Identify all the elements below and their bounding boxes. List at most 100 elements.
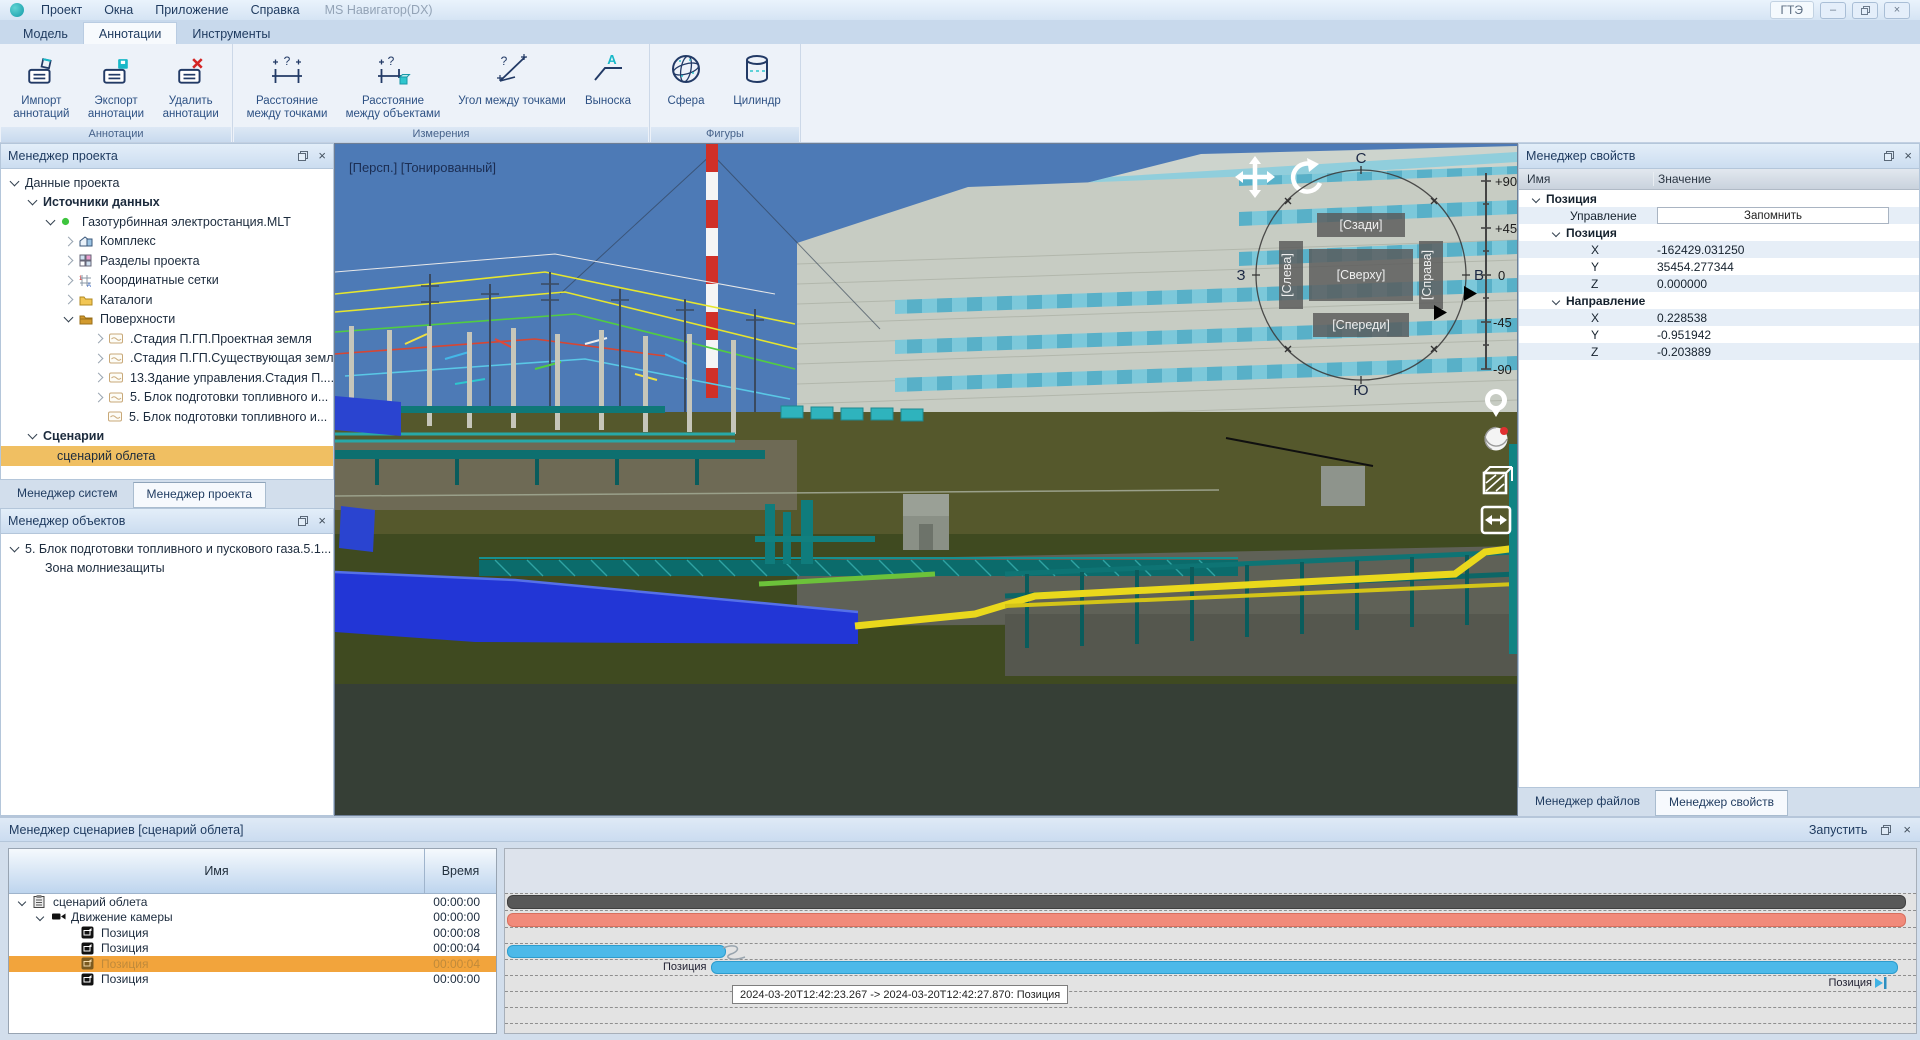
tree-item[interactable]: 1АКоординатные сетки — [1, 271, 333, 291]
tree-item[interactable]: Данные проекта — [1, 173, 333, 193]
close-panel-icon[interactable]: × — [1903, 822, 1911, 837]
chevron-down-icon[interactable] — [1532, 194, 1540, 202]
tree-item[interactable]: 13.Здание управления.Стадия П..... — [1, 368, 333, 388]
timeline-bar-scenario[interactable] — [507, 895, 1906, 909]
column-time[interactable]: Время — [425, 849, 496, 893]
remember-button[interactable]: Запомнить — [1657, 207, 1889, 224]
float-panel-icon[interactable] — [298, 151, 308, 161]
chevron-down-icon[interactable] — [64, 313, 74, 323]
tree-item[interactable]: Разделы проекта — [1, 251, 333, 271]
minimize-button[interactable]: – — [1820, 2, 1846, 19]
3d-viewport[interactable]: [Персп.] [Тонированный] С — [334, 143, 1518, 816]
tree-item[interactable]: 5. Блок подготовки топливного и... — [1, 388, 333, 408]
timeline-ruler[interactable] — [505, 849, 1916, 893]
tab-tools[interactable]: Инструменты — [177, 23, 285, 44]
chevron-right-icon[interactable] — [94, 373, 104, 383]
property-value[interactable]: 35454.277344 — [1654, 260, 1919, 274]
compass-south-label[interactable]: Ю — [1353, 382, 1368, 397]
tree-item[interactable]: Газотурбинная электростанция.MLT — [1, 212, 333, 232]
tree-item[interactable]: .Стадия П.ГП.Проектная земля — [1, 329, 333, 349]
chevron-right-icon[interactable] — [64, 236, 74, 246]
timeline-bar-position-1[interactable] — [507, 945, 726, 958]
scenario-row[interactable]: Позиция 00:00:08 — [9, 925, 496, 941]
navigation-compass[interactable]: С Ю З В [Сзади] [Сверху] [Спереди] [Слев… — [1219, 149, 1519, 397]
chevron-down-icon[interactable] — [18, 898, 26, 906]
tree-item[interactable]: Каталоги — [1, 290, 333, 310]
chevron-down-icon[interactable] — [36, 913, 44, 921]
compass-west-label[interactable]: З — [1236, 267, 1245, 284]
column-name[interactable]: Имя — [1519, 172, 1654, 186]
fit-width-icon[interactable] — [1482, 507, 1510, 533]
tree-item[interactable]: Зона молниезащиты — [1, 559, 333, 579]
chevron-right-icon[interactable] — [94, 334, 104, 344]
timeline[interactable]: Позиция Позиция 2024-03-20T12:42:23.267 … — [504, 848, 1917, 1034]
view-back-button[interactable]: [Сзади] — [1340, 218, 1383, 232]
tree-item[interactable]: .Стадия П.ГП.Существующая земля — [1, 349, 333, 369]
chevron-right-icon[interactable] — [64, 275, 74, 285]
scenario-row[interactable]: Позиция 00:00:04 — [9, 941, 496, 957]
restore-button[interactable] — [1852, 2, 1878, 19]
tree-item[interactable]: 5. Блок подготовки топливного и... — [1, 407, 333, 427]
import-annotations-button[interactable]: Импорт аннотаций — [4, 47, 79, 127]
close-panel-icon[interactable]: × — [318, 151, 326, 161]
close-panel-icon[interactable]: × — [1904, 151, 1912, 161]
property-group-row[interactable]: Позиция — [1519, 190, 1919, 207]
chevron-down-icon[interactable] — [1552, 228, 1560, 236]
float-panel-icon[interactable] — [1881, 825, 1891, 835]
distance-between-objects-button[interactable]: ? Расстояние между объектами — [337, 47, 449, 127]
profile-button[interactable]: ГТЭ — [1770, 1, 1814, 19]
tree-item[interactable]: Источники данных — [1, 193, 333, 213]
property-row[interactable]: Z 0.000000 — [1519, 275, 1919, 292]
cube-icon[interactable] — [1484, 467, 1512, 493]
distance-between-points-button[interactable]: ? Расстояние между точками — [237, 47, 337, 127]
tree-item[interactable]: Сценарии — [1, 427, 333, 447]
property-row[interactable]: Z -0.203889 — [1519, 343, 1919, 360]
export-annotations-button[interactable]: Экспорт аннотации — [79, 47, 154, 127]
close-panel-icon[interactable]: × — [318, 516, 326, 526]
view-top-button[interactable]: [Сверху] — [1337, 268, 1386, 282]
close-button[interactable]: × — [1884, 2, 1910, 19]
chevron-down-icon[interactable] — [10, 542, 20, 552]
cylinder-button[interactable]: Цилиндр — [718, 47, 796, 127]
chevron-right-icon[interactable] — [94, 392, 104, 402]
tree-item[interactable]: Комплекс — [1, 232, 333, 252]
chevron-right-icon[interactable] — [94, 353, 104, 363]
menu-project[interactable]: Проект — [30, 1, 93, 19]
view-right-button[interactable]: [Справа] — [1420, 250, 1434, 300]
chevron-right-icon[interactable] — [64, 256, 74, 266]
property-value[interactable]: -0.951942 — [1654, 328, 1919, 342]
tab-project-manager[interactable]: Менеджер проекта — [133, 482, 267, 508]
tab-model[interactable]: Модель — [8, 23, 83, 44]
scenario-row[interactable]: Движение камеры 00:00:00 — [9, 910, 496, 926]
column-value[interactable]: Значение — [1654, 172, 1711, 186]
tree-item-selected[interactable]: сценарий облета — [1, 446, 333, 466]
view-front-button[interactable]: [Спереди] — [1332, 318, 1390, 332]
chevron-down-icon[interactable] — [1552, 296, 1560, 304]
property-row[interactable]: X 0.228538 — [1519, 309, 1919, 326]
timeline-bar-position-2[interactable] — [711, 961, 1898, 974]
tree-item[interactable]: Поверхности — [1, 310, 333, 330]
angle-between-points-button[interactable]: ? Угол между точками — [449, 47, 575, 127]
chevron-right-icon[interactable] — [64, 295, 74, 305]
pin-icon[interactable] — [1488, 392, 1505, 418]
column-name[interactable]: Имя — [9, 849, 425, 893]
callout-button[interactable]: А Выноска — [575, 47, 641, 127]
tab-file-manager[interactable]: Менеджер файлов — [1522, 790, 1653, 816]
chevron-down-icon[interactable] — [46, 215, 56, 225]
chevron-down-icon[interactable] — [10, 176, 20, 186]
property-row[interactable]: Y -0.951942 — [1519, 326, 1919, 343]
tree-item[interactable]: 5. Блок подготовки топливного и пусковог… — [1, 539, 333, 559]
menu-help[interactable]: Справка — [240, 1, 311, 19]
property-group-row[interactable]: Направление — [1519, 292, 1919, 309]
orbit-icon[interactable] — [1485, 427, 1509, 451]
property-row[interactable]: X -162429.031250 — [1519, 241, 1919, 258]
property-value[interactable]: 0.228538 — [1654, 311, 1919, 325]
scenario-row[interactable]: Позиция 00:00:00 — [9, 972, 496, 988]
tab-annotations[interactable]: Аннотации — [83, 22, 177, 44]
timeline-bar-camera[interactable] — [507, 913, 1906, 927]
compass-north-label[interactable]: С — [1356, 150, 1367, 167]
sphere-button[interactable]: Сфера — [654, 47, 718, 127]
menu-application[interactable]: Приложение — [144, 1, 239, 19]
property-group-row[interactable]: Позиция — [1519, 224, 1919, 241]
menu-windows[interactable]: Окна — [93, 1, 144, 19]
